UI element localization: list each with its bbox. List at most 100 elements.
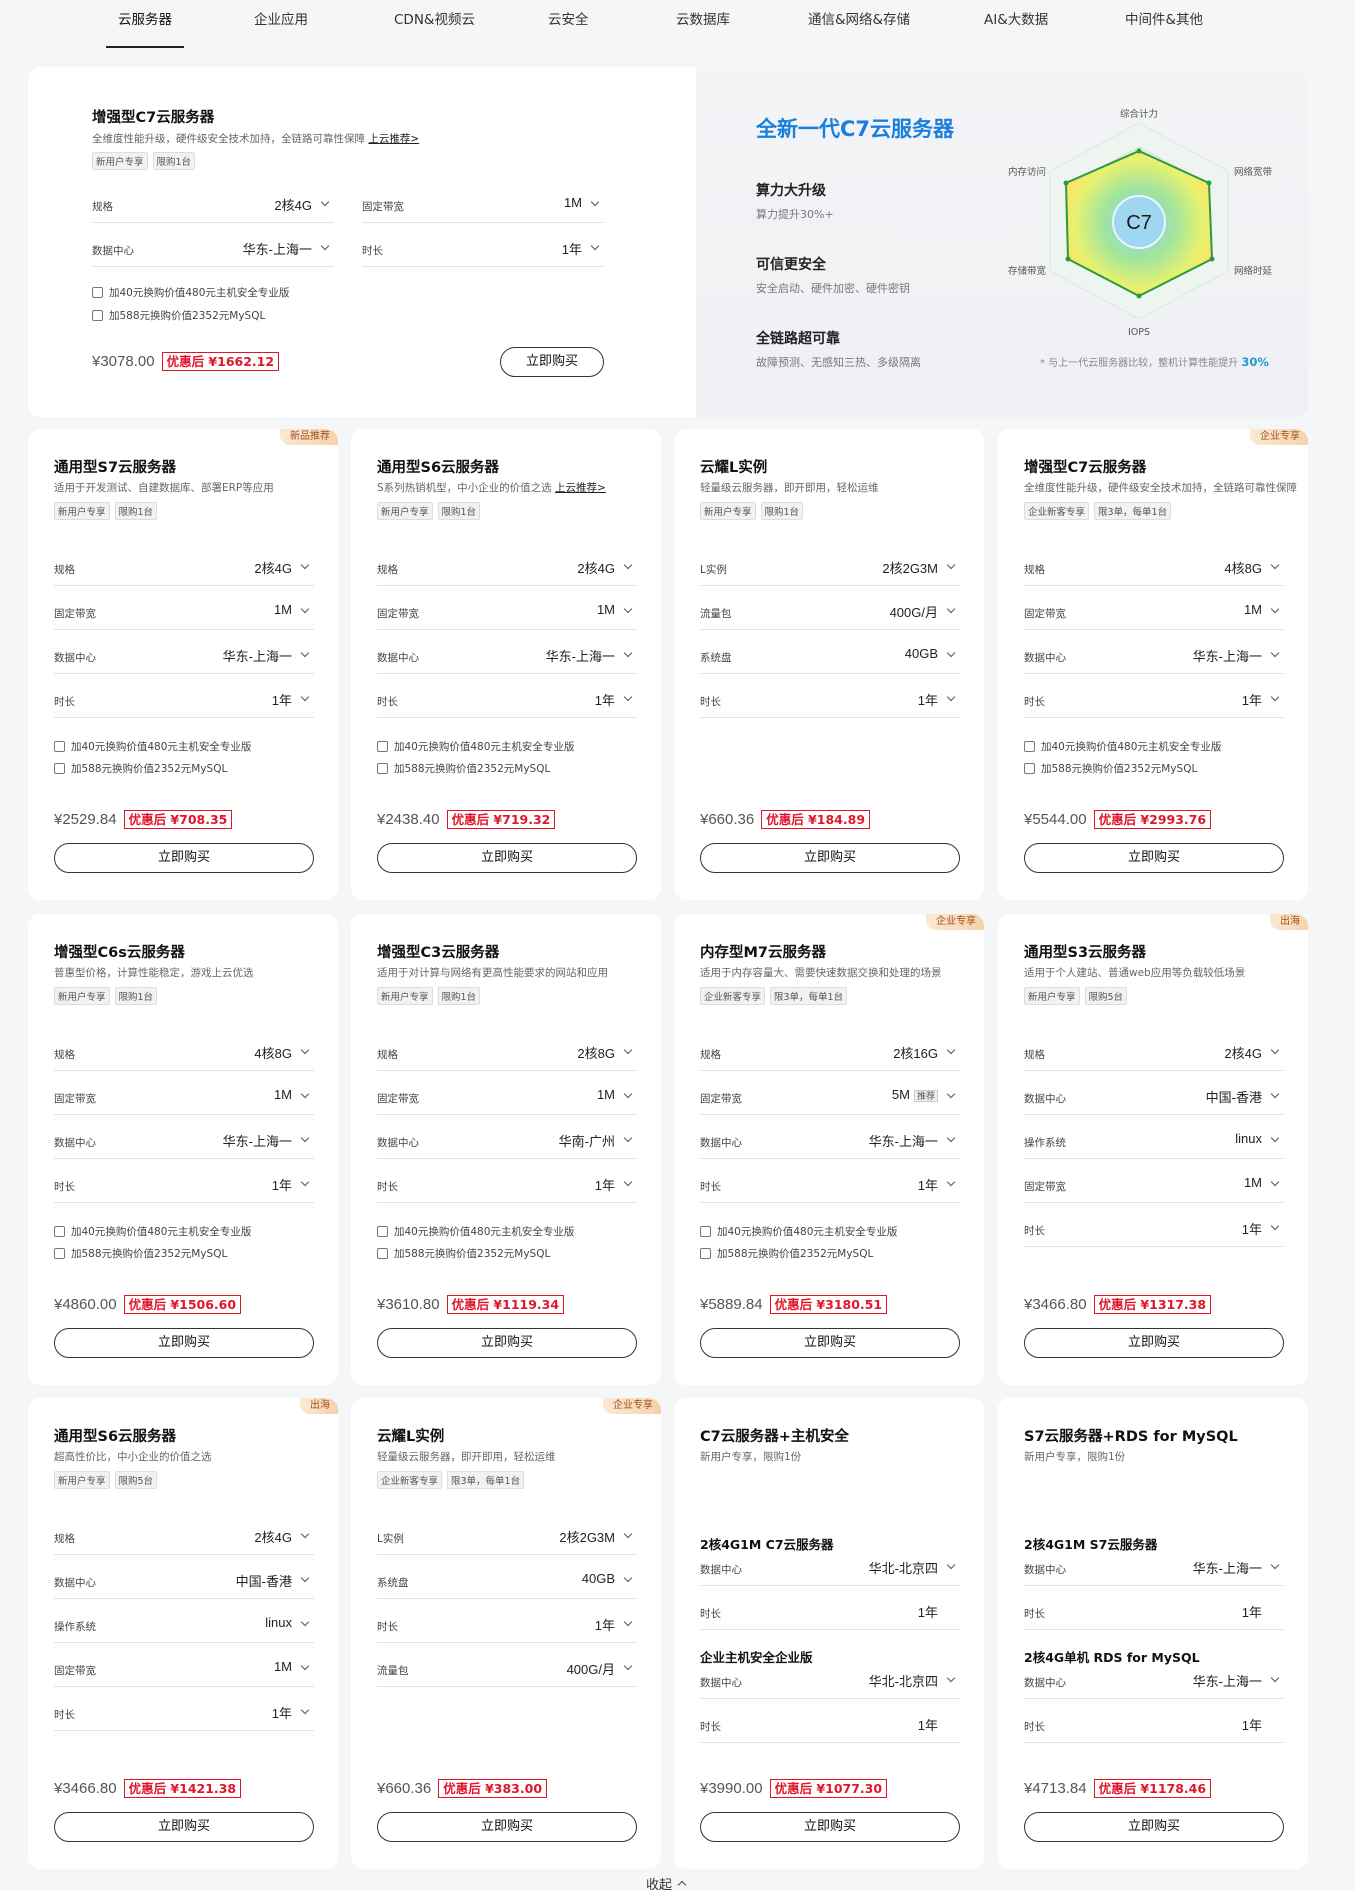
spec-row[interactable]: 规格 4核8G xyxy=(54,1035,314,1071)
addon-checkbox[interactable]: 加40元换购价值480元主机安全专业版 xyxy=(377,1224,574,1239)
spec-row[interactable]: 数据中心 华东-上海一 xyxy=(700,1123,960,1159)
spec-row[interactable]: 时长 1年 xyxy=(700,682,960,718)
checkbox[interactable] xyxy=(54,741,65,752)
spec-row-2[interactable]: 数据中心 华东-上海一 xyxy=(92,231,334,267)
spec-row[interactable]: 流量包 400G/月 xyxy=(377,1651,637,1687)
addon-checkbox[interactable]: 加40元换购价值480元主机安全专业版 xyxy=(1024,739,1221,754)
addon-checkbox[interactable]: 加588元换购价值2352元MySQL xyxy=(1024,761,1197,776)
spec-row[interactable]: 系统盘 40GB xyxy=(700,638,960,674)
checkbox[interactable] xyxy=(1024,763,1035,774)
buy-button[interactable]: 立即购买 xyxy=(1024,1328,1284,1358)
spec-row[interactable]: 时长 1年 xyxy=(54,1167,314,1203)
spec-row[interactable]: 固定带宽 5M 推荐 xyxy=(700,1079,960,1115)
addon-checkbox[interactable]: 加40元换购价值480元主机安全专业版 xyxy=(54,1224,251,1239)
addon-checkbox[interactable]: 加40元换购价值480元主机安全专业版 xyxy=(700,1224,897,1239)
tab-5[interactable]: 通信&网络&存储 xyxy=(796,0,922,48)
tab-4[interactable]: 云数据库 xyxy=(664,0,742,48)
tab-1[interactable]: 企业应用 xyxy=(242,0,320,48)
spec-row[interactable]: 时长 1年 xyxy=(54,1695,314,1731)
spec-row[interactable]: 数据中心 华东-上海一 xyxy=(1024,638,1284,674)
spec-row[interactable]: 固定带宽 1M xyxy=(54,1079,314,1115)
spec-row[interactable]: 流量包 400G/月 xyxy=(700,594,960,630)
spec-row[interactable]: 规格 2核4G xyxy=(54,550,314,586)
spec-row-0[interactable]: 规格 2核4G xyxy=(92,187,334,223)
buy-button[interactable]: 立即购买 xyxy=(54,1328,314,1358)
spec-row[interactable]: 时长 1年 xyxy=(377,1607,637,1643)
checkbox[interactable] xyxy=(377,763,388,774)
spec-row[interactable]: 时长 1年 xyxy=(1024,1594,1284,1630)
spec-row[interactable]: 时长 1年 xyxy=(700,1707,960,1743)
spec-row[interactable]: 规格 2核4G xyxy=(1024,1035,1284,1071)
tab-7[interactable]: 中间件&其他 xyxy=(1113,0,1215,48)
spec-row-1[interactable]: 固定带宽 1M xyxy=(362,187,604,223)
buy-button[interactable]: 立即购买 xyxy=(1024,843,1284,873)
spec-row[interactable]: 数据中心 华东-上海一 xyxy=(377,638,637,674)
spec-row[interactable]: 操作系统 linux xyxy=(1024,1123,1284,1159)
subtitle-link[interactable]: 上云推荐> xyxy=(555,482,606,494)
buy-button[interactable]: 立即购买 xyxy=(377,843,637,873)
addon-checkbox[interactable]: 加588元换购价值2352元MySQL xyxy=(377,1246,550,1261)
buy-button[interactable]: 立即购买 xyxy=(700,843,960,873)
buy-button[interactable]: 立即购买 xyxy=(377,1812,637,1842)
spec-row[interactable]: 数据中心 中国-香港 xyxy=(1024,1079,1284,1115)
spec-row[interactable]: 数据中心 华北-北京四 xyxy=(700,1550,960,1586)
addon-checkbox-security[interactable]: 加40元换购价值480元主机安全专业版 xyxy=(92,285,289,300)
spec-row[interactable]: 数据中心 华东-上海一 xyxy=(54,638,314,674)
hero-buy-button[interactable]: 立即购买 xyxy=(500,347,604,377)
spec-row[interactable]: 固定带宽 1M xyxy=(377,1079,637,1115)
spec-row[interactable]: 固定带宽 1M xyxy=(54,594,314,630)
checkbox[interactable] xyxy=(377,1226,388,1237)
checkbox[interactable] xyxy=(1024,741,1035,752)
tab-2[interactable]: CDN&视频云 xyxy=(382,0,487,48)
buy-button[interactable]: 立即购买 xyxy=(1024,1812,1284,1842)
addon-checkbox[interactable]: 加588元换购价值2352元MySQL xyxy=(54,1246,227,1261)
spec-row[interactable]: 时长 1年 xyxy=(1024,1211,1284,1247)
spec-row[interactable]: 数据中心 华北-北京四 xyxy=(700,1663,960,1699)
spec-row[interactable]: 时长 1年 xyxy=(700,1167,960,1203)
spec-row[interactable]: 规格 2核4G xyxy=(54,1519,314,1555)
spec-row[interactable]: 固定带宽 1M xyxy=(1024,594,1284,630)
checkbox[interactable] xyxy=(92,287,103,298)
spec-row[interactable]: L实例 2核2G3M xyxy=(377,1519,637,1555)
buy-button[interactable]: 立即购买 xyxy=(700,1812,960,1842)
spec-row[interactable]: L实例 2核2G3M xyxy=(700,550,960,586)
spec-row[interactable]: 时长 1年 xyxy=(377,1167,637,1203)
spec-row[interactable]: 时长 1年 xyxy=(1024,682,1284,718)
spec-row[interactable]: 时长 1年 xyxy=(377,682,637,718)
buy-button[interactable]: 立即购买 xyxy=(54,1812,314,1842)
checkbox[interactable] xyxy=(54,1248,65,1259)
spec-row[interactable]: 数据中心 中国-香港 xyxy=(54,1563,314,1599)
spec-row[interactable]: 固定带宽 1M xyxy=(377,594,637,630)
spec-row[interactable]: 规格 4核8G xyxy=(1024,550,1284,586)
buy-button[interactable]: 立即购买 xyxy=(377,1328,637,1358)
spec-row[interactable]: 操作系统 linux xyxy=(54,1607,314,1643)
checkbox[interactable] xyxy=(92,310,103,321)
spec-row[interactable]: 数据中心 华东-上海一 xyxy=(1024,1550,1284,1586)
addon-checkbox-mysql[interactable]: 加588元换购价值2352元MySQL xyxy=(92,308,265,323)
addon-checkbox[interactable]: 加40元换购价值480元主机安全专业版 xyxy=(54,739,251,754)
spec-row[interactable]: 系统盘 40GB xyxy=(377,1563,637,1599)
tab-3[interactable]: 云安全 xyxy=(536,0,601,48)
spec-row[interactable]: 规格 2核16G xyxy=(700,1035,960,1071)
checkbox[interactable] xyxy=(54,1226,65,1237)
addon-checkbox[interactable]: 加588元换购价值2352元MySQL xyxy=(54,761,227,776)
addon-checkbox[interactable]: 加588元换购价值2352元MySQL xyxy=(700,1246,873,1261)
spec-row-3[interactable]: 时长 1年 xyxy=(362,231,604,267)
hero-subtitle-link[interactable]: 上云推荐> xyxy=(368,133,419,145)
checkbox[interactable] xyxy=(54,763,65,774)
tab-0[interactable]: 云服务器 xyxy=(106,0,184,48)
addon-checkbox[interactable]: 加40元换购价值480元主机安全专业版 xyxy=(377,739,574,754)
tab-6[interactable]: AI&大数据 xyxy=(972,0,1060,48)
spec-row[interactable]: 数据中心 华南-广州 xyxy=(377,1123,637,1159)
checkbox[interactable] xyxy=(377,1248,388,1259)
spec-row[interactable]: 规格 2核4G xyxy=(377,550,637,586)
buy-button[interactable]: 立即购买 xyxy=(54,843,314,873)
spec-row[interactable]: 时长 1年 xyxy=(54,682,314,718)
spec-row[interactable]: 固定带宽 1M xyxy=(1024,1167,1284,1203)
checkbox[interactable] xyxy=(700,1248,711,1259)
buy-button[interactable]: 立即购买 xyxy=(700,1328,960,1358)
addon-checkbox[interactable]: 加588元换购价值2352元MySQL xyxy=(377,761,550,776)
spec-row[interactable]: 固定带宽 1M xyxy=(54,1651,314,1687)
spec-row[interactable]: 时长 1年 xyxy=(700,1594,960,1630)
checkbox[interactable] xyxy=(377,741,388,752)
